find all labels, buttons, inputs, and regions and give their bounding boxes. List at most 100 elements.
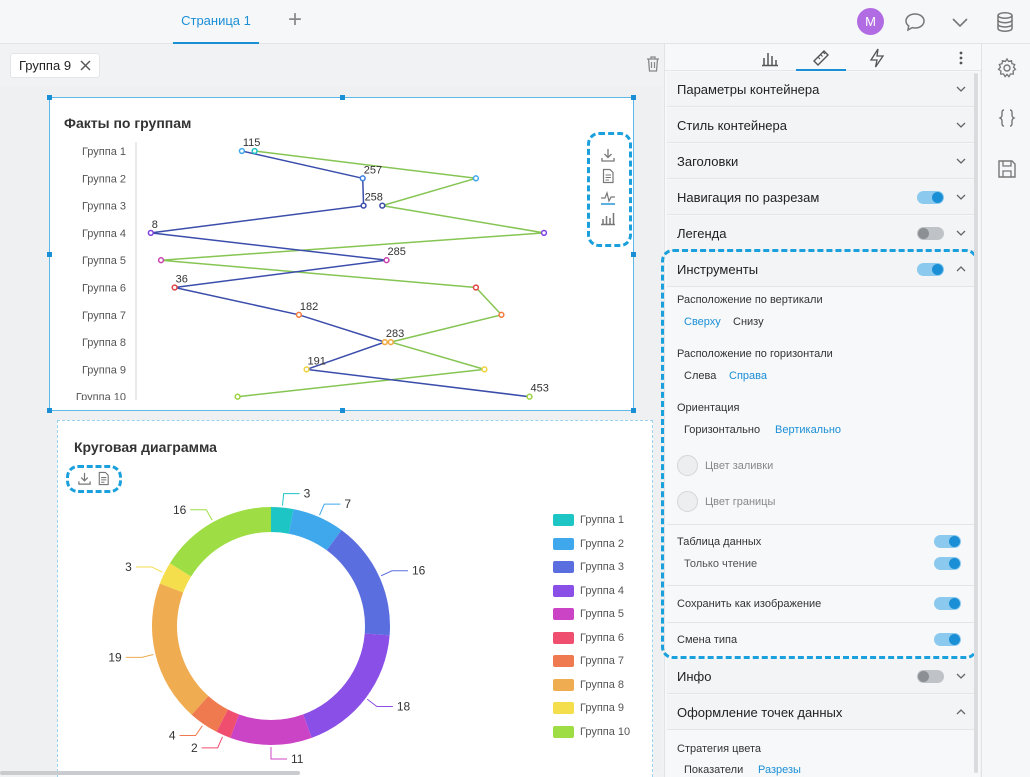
data-label: 283 (386, 328, 404, 340)
section-info[interactable]: Инфо (667, 659, 975, 694)
data-label: 115 (243, 138, 261, 149)
data-point[interactable] (472, 175, 480, 182)
resize-handle[interactable] (47, 95, 52, 100)
data-point[interactable] (234, 393, 241, 400)
legend-item[interactable]: Группа 2 (553, 537, 624, 551)
option-metrics[interactable]: Показатели (684, 764, 743, 776)
close-icon[interactable] (80, 60, 91, 71)
avatar[interactable]: M (857, 8, 884, 35)
download-icon[interactable] (600, 147, 616, 163)
trash-icon[interactable] (645, 55, 661, 73)
resize-handle[interactable] (631, 408, 636, 413)
slice-value-label: 11 (291, 752, 304, 766)
slice-leader-line (380, 570, 408, 577)
bar-chart-type-icon[interactable] (600, 210, 616, 226)
data-point[interactable] (383, 257, 390, 264)
database-icon[interactable] (993, 10, 1017, 34)
legend-item[interactable]: Группа 3 (553, 560, 624, 574)
group-chip-label: Группа 9 (19, 58, 72, 73)
line-chart-type-icon[interactable] (600, 189, 616, 205)
data-point[interactable] (238, 147, 246, 155)
legend-label: Группа 6 (580, 631, 625, 644)
slice-value-label: 4 (169, 729, 176, 743)
legend-toggle[interactable] (917, 227, 944, 240)
data-table-icon[interactable] (96, 471, 111, 486)
chevron-down-icon[interactable] (948, 10, 972, 34)
data-table-icon[interactable] (600, 168, 616, 184)
section-container-style[interactable]: Стиль контейнера (667, 108, 975, 143)
data-point[interactable] (303, 366, 310, 373)
donut-slice[interactable] (326, 530, 391, 636)
legend-swatch (553, 537, 574, 550)
active-tab-indicator (796, 69, 846, 71)
slice-leader-line (190, 509, 213, 521)
legend-item[interactable]: Группа 8 (553, 678, 624, 692)
legend-item[interactable]: Группа 6 (553, 631, 624, 645)
resize-handle[interactable] (631, 252, 636, 257)
series-line (160, 150, 545, 398)
legend-item[interactable]: Группа 4 (553, 584, 624, 598)
data-point[interactable] (526, 393, 533, 400)
data-point[interactable] (387, 338, 394, 346)
legend-swatch (553, 561, 574, 573)
data-point[interactable] (359, 175, 366, 182)
data-point[interactable] (171, 284, 178, 291)
panel-scrollbar[interactable] (974, 73, 978, 773)
legend-item[interactable]: Группа 10 (553, 725, 630, 739)
data-point[interactable] (360, 202, 367, 209)
section-legend[interactable]: Легенда (667, 216, 975, 251)
section-headers[interactable]: Заголовки (667, 144, 975, 179)
info-toggle[interactable] (917, 670, 944, 683)
data-point[interactable] (481, 366, 488, 373)
section-slice-navigation[interactable]: Навигация по разрезам (667, 180, 975, 215)
resize-handle[interactable] (47, 408, 52, 413)
legend-item[interactable]: Группа 9 (553, 701, 624, 715)
legend-item[interactable]: Группа 1 (553, 513, 624, 527)
add-page-button[interactable]: + (284, 8, 306, 33)
data-label: 258 (365, 192, 383, 204)
save-icon[interactable] (996, 158, 1018, 180)
resize-handle[interactable] (340, 95, 345, 100)
canvas-horizontal-scrollbar[interactable] (0, 771, 300, 775)
resize-handle[interactable] (340, 408, 345, 413)
option-slices[interactable]: Разрезы (758, 764, 801, 776)
data-point[interactable] (251, 147, 258, 155)
legend-item[interactable]: Группа 7 (553, 654, 624, 668)
slice-value-label: 3 (304, 487, 311, 501)
download-icon[interactable] (77, 471, 92, 486)
slice-navigation-toggle[interactable] (917, 191, 944, 204)
donut-slice[interactable] (169, 507, 271, 577)
chart-settings-tab-icon[interactable] (759, 47, 781, 69)
donut-slice[interactable] (230, 714, 312, 745)
data-point[interactable] (498, 311, 505, 318)
resize-handle[interactable] (631, 95, 636, 100)
data-point[interactable] (147, 229, 154, 237)
section-container-params[interactable]: Параметры контейнера (667, 72, 975, 107)
slice-value-label: 19 (108, 650, 122, 664)
data-point[interactable] (295, 311, 303, 318)
data-label: 8 (152, 219, 158, 231)
more-vertical-icon[interactable] (957, 47, 965, 69)
color-strategy-label: Стратегия цвета (677, 743, 761, 755)
code-braces-icon[interactable] (996, 107, 1018, 129)
ruler-tab-icon[interactable] (810, 47, 832, 69)
data-point[interactable] (540, 229, 548, 237)
tab-page-1[interactable]: Страница 1 (173, 0, 259, 44)
data-point[interactable] (157, 257, 165, 264)
chat-icon[interactable] (903, 10, 927, 34)
legend-item[interactable]: Группа 5 (553, 607, 624, 621)
data-label: 182 (300, 301, 318, 313)
gear-icon[interactable] (996, 57, 1018, 79)
data-point[interactable] (381, 338, 389, 346)
data-point[interactable] (472, 284, 480, 291)
legend-label: Группа 1 (580, 514, 625, 526)
section-data-points[interactable]: Оформление точек данных (667, 695, 975, 730)
chevron-down-icon (956, 673, 966, 679)
group-filter-chip[interactable]: Группа 9 (10, 53, 101, 78)
legend-label: Группа 4 (580, 584, 625, 597)
right-rail (981, 44, 1030, 777)
donut-slice[interactable] (152, 583, 209, 715)
data-point[interactable] (379, 202, 386, 209)
lightning-tab-icon[interactable] (866, 47, 888, 69)
donut-slice[interactable] (303, 633, 390, 738)
